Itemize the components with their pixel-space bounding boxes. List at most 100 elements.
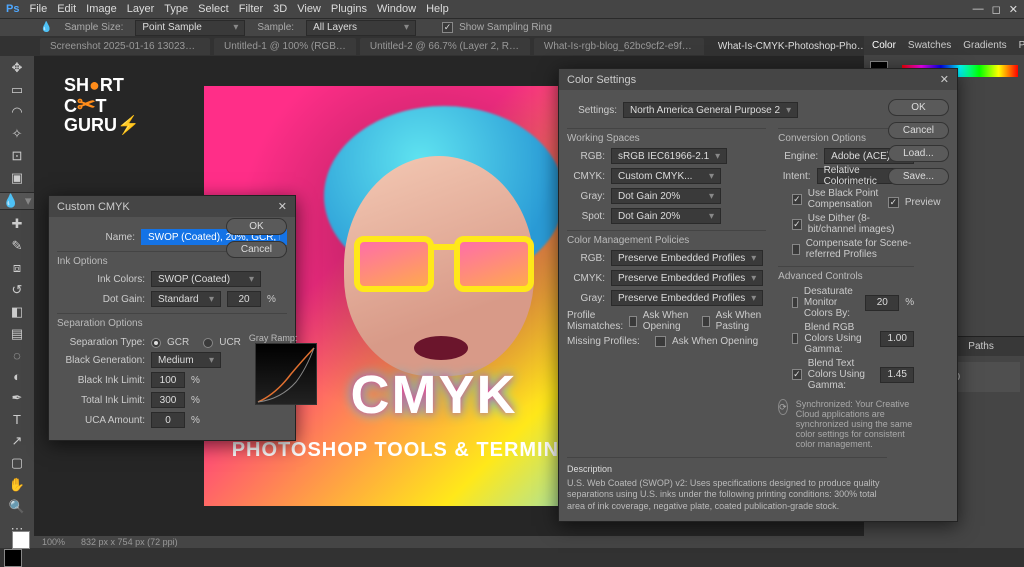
shape-tool-icon[interactable]: ▢ xyxy=(8,455,26,471)
path-tool-icon[interactable]: ↗ xyxy=(8,433,26,449)
pen-tool-icon[interactable]: ✒ xyxy=(8,390,26,406)
total-ink-label: Total Ink Limit: xyxy=(57,395,145,406)
ask-paste-checkbox[interactable] xyxy=(702,316,710,327)
gradient-tool-icon[interactable]: ▤ xyxy=(8,326,26,342)
color-settings-dialog: Color Settings✕ Settings:North America G… xyxy=(558,68,958,522)
menu-plugins[interactable]: Plugins xyxy=(331,3,367,15)
ok-button[interactable]: OK xyxy=(888,99,949,116)
ws-rgb-select[interactable]: sRGB IEC61966-2.1 xyxy=(611,148,727,164)
doc-tab[interactable]: Untitled-1 @ 100% (RGB… xyxy=(214,38,356,55)
doc-tab[interactable]: Screenshot 2025-01-16 130237.png… xyxy=(40,38,210,55)
sample-layers-select[interactable]: All Layers xyxy=(306,20,416,36)
menu-type[interactable]: Type xyxy=(164,3,188,15)
missing-ask-checkbox[interactable] xyxy=(655,336,666,347)
window-close-icon[interactable]: ✕ xyxy=(1009,3,1018,16)
crop-tool-icon[interactable]: ⊡ xyxy=(8,148,26,164)
cancel-button[interactable]: Cancel xyxy=(888,122,949,139)
stamp-tool-icon[interactable]: ⧈ xyxy=(8,260,26,276)
wand-tool-icon[interactable]: ✧ xyxy=(8,126,26,142)
doc-tab-active[interactable]: What-Is-CMYK-Photoshop-Photoshop-Skills-… xyxy=(708,38,878,55)
pol-cmyk-select[interactable]: Preserve Embedded Profiles xyxy=(611,270,763,286)
ink-colors-label: Ink Colors: xyxy=(57,274,145,285)
menu-edit[interactable]: Edit xyxy=(57,3,76,15)
ucr-radio[interactable] xyxy=(203,338,213,348)
menu-file[interactable]: File xyxy=(29,3,47,15)
menu-image[interactable]: Image xyxy=(86,3,117,15)
heal-tool-icon[interactable]: ✚ xyxy=(8,216,26,232)
blend-txt-input[interactable] xyxy=(880,367,914,383)
menu-help[interactable]: Help xyxy=(426,3,449,15)
ws-gray-select[interactable]: Dot Gain 20% xyxy=(611,188,721,204)
ok-button[interactable]: OK xyxy=(226,218,287,235)
menu-view[interactable]: View xyxy=(297,3,321,15)
zoom-level[interactable]: 100% xyxy=(42,537,65,547)
dot-gain-type-select[interactable]: Standard xyxy=(151,291,221,307)
blend-txt-checkbox[interactable]: ✓ xyxy=(792,369,802,380)
gradients-tab[interactable]: Gradients xyxy=(963,40,1006,51)
black-ink-input[interactable] xyxy=(151,372,185,388)
status-bar: 100% 832 px x 754 px (72 ppi) xyxy=(34,536,864,548)
blend-rgb-checkbox[interactable] xyxy=(792,333,798,344)
sample-label: Sample: xyxy=(257,22,294,33)
uca-label: UCA Amount: xyxy=(57,415,145,426)
color-tab[interactable]: Color xyxy=(872,40,896,51)
settings-select[interactable]: North America General Purpose 2 xyxy=(623,102,798,118)
ps-logo-icon: Ps xyxy=(6,3,19,15)
doc-tab[interactable]: What-Is-rgb-blog_62bc9cf2-e9f3-418b-b610… xyxy=(534,38,704,55)
blend-rgb-input[interactable] xyxy=(880,331,914,347)
frame-tool-icon[interactable]: ▣ xyxy=(8,170,26,186)
marquee-tool-icon[interactable]: ▭ xyxy=(8,82,26,98)
type-tool-icon[interactable]: T xyxy=(8,412,26,427)
desat-input[interactable] xyxy=(865,295,899,311)
move-tool-icon[interactable]: ✥ xyxy=(8,60,26,76)
paths-tab[interactable]: Paths xyxy=(968,341,994,352)
close-icon[interactable]: ✕ xyxy=(940,73,949,86)
sample-size-select[interactable]: Point Sample xyxy=(135,20,245,36)
cancel-button[interactable]: Cancel xyxy=(226,241,287,258)
menu-window[interactable]: Window xyxy=(377,3,416,15)
ws-cmyk-select[interactable]: Custom CMYK... xyxy=(611,168,721,184)
dither-checkbox[interactable]: ✓ xyxy=(792,219,802,230)
hand-tool-icon[interactable]: ✋ xyxy=(8,477,26,493)
save-button[interactable]: Save... xyxy=(888,168,949,185)
black-gen-select[interactable]: Medium xyxy=(151,352,221,368)
ws-spot-select[interactable]: Dot Gain 20% xyxy=(611,208,721,224)
bpc-checkbox[interactable]: ✓ xyxy=(792,194,802,205)
zoom-tool-icon[interactable]: 🔍 xyxy=(8,499,26,515)
menu-3d[interactable]: 3D xyxy=(273,3,287,15)
brush-tool-icon[interactable]: ✎ xyxy=(8,238,26,254)
show-sampling-ring-checkbox[interactable]: ✓ xyxy=(442,22,453,33)
pol-rgb-select[interactable]: Preserve Embedded Profiles xyxy=(611,250,763,266)
swatches-tab[interactable]: Swatches xyxy=(908,40,951,51)
window-restore-icon[interactable]: ◻ xyxy=(992,3,1001,16)
dot-gain-input[interactable] xyxy=(227,291,261,307)
total-ink-input[interactable] xyxy=(151,392,185,408)
dialog-title: Custom CMYK xyxy=(57,201,130,213)
ink-colors-select[interactable]: SWOP (Coated) xyxy=(151,271,261,287)
menu-select[interactable]: Select xyxy=(198,3,229,15)
blur-tool-icon[interactable]: ◌ xyxy=(8,348,26,363)
pol-gray-select[interactable]: Preserve Embedded Profiles xyxy=(611,290,763,306)
close-icon[interactable]: ✕ xyxy=(278,200,287,213)
scene-checkbox[interactable] xyxy=(792,244,800,255)
desat-checkbox[interactable] xyxy=(792,297,798,308)
history-brush-icon[interactable]: ↺ xyxy=(8,282,26,298)
uca-input[interactable] xyxy=(151,412,185,428)
load-button[interactable]: Load... xyxy=(888,145,949,162)
menu-layer[interactable]: Layer xyxy=(127,3,155,15)
doc-tab[interactable]: Untitled-2 @ 66.7% (Layer 2, RGB/… xyxy=(360,38,530,55)
dodge-tool-icon[interactable]: ◐ xyxy=(8,369,26,384)
gcr-radio[interactable] xyxy=(151,338,161,348)
menu-filter[interactable]: Filter xyxy=(239,3,263,15)
lasso-tool-icon[interactable]: ◠ xyxy=(8,104,26,120)
black-ink-label: Black Ink Limit: xyxy=(57,375,145,386)
ask-open-checkbox[interactable] xyxy=(629,316,637,327)
sep-type-label: Separation Type: xyxy=(57,337,145,348)
patterns-tab[interactable]: Patterns xyxy=(1019,40,1024,51)
sync-text: Synchronized: Your Creative Cloud applic… xyxy=(796,399,914,449)
eraser-tool-icon[interactable]: ◧ xyxy=(8,304,26,320)
eyedropper-icon: 💧 xyxy=(40,22,52,33)
artwork-glasses xyxy=(354,236,534,296)
preview-checkbox[interactable]: ✓ xyxy=(888,197,899,208)
window-minimize-icon[interactable]: — xyxy=(973,3,984,16)
